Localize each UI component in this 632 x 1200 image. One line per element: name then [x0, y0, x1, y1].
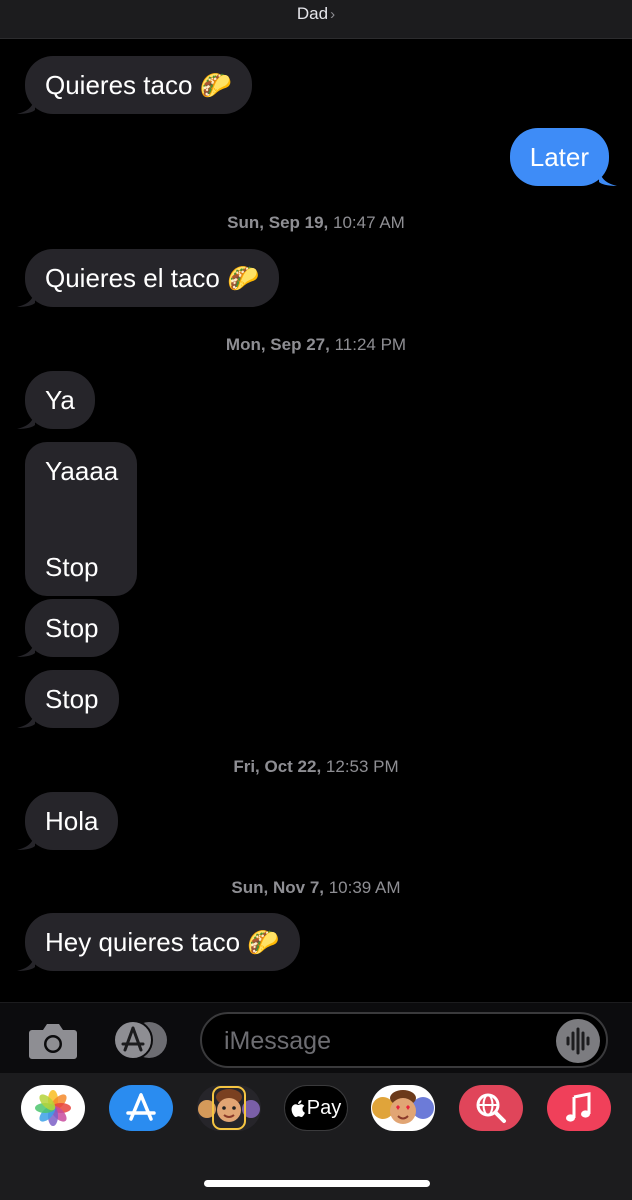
received-message-bubble[interactable]: Hey quieres taco 🌮	[17, 913, 300, 971]
apple-icon	[291, 1099, 305, 1117]
bubble-tail	[17, 712, 35, 728]
message-text: Yaaaa	[45, 456, 119, 486]
bubble-tail	[17, 413, 35, 429]
timestamp-time: 10:47 AM	[328, 213, 405, 232]
music-app-button[interactable]	[547, 1085, 611, 1131]
waveform-icon	[566, 1027, 590, 1055]
bubble-tail	[17, 291, 35, 307]
apple-pay-label: Pay	[306, 1096, 342, 1119]
message-text: Hola	[45, 806, 99, 836]
message-text: Stop	[45, 613, 99, 643]
timestamp-time: 11:24 PM	[329, 335, 407, 354]
message-text: Stop	[45, 684, 99, 714]
app-store-icon	[113, 1020, 167, 1060]
timestamp-time: 10:39 AM	[324, 878, 401, 897]
memoji-stickers-app-button[interactable]	[197, 1085, 261, 1131]
message-text: Ya	[45, 385, 75, 415]
timestamp: Fri, Oct 22, 12:53 PM	[0, 757, 632, 777]
received-message-bubble[interactable]: Hola	[17, 792, 119, 850]
received-message-bubble[interactable]: Quieres el taco 🌮	[17, 249, 280, 307]
photos-icon	[35, 1090, 71, 1126]
app-store-app-button[interactable]	[109, 1085, 173, 1131]
message-text: Stop	[45, 552, 99, 582]
conversation-header[interactable]: Dad ›	[0, 0, 632, 39]
timestamp-day: Sun, Sep 19,	[227, 213, 329, 232]
received-message-bubble[interactable]: Quieres taco 🌮	[17, 56, 253, 114]
sent-message-bubble[interactable]: Later	[509, 128, 617, 186]
bubble-tail	[599, 170, 617, 186]
timestamp: Sun, Nov 7, 10:39 AM	[0, 878, 632, 898]
imessage-input[interactable]: iMessage	[200, 1012, 608, 1068]
message-text: Later	[529, 142, 589, 172]
message-text: Quieres el taco 🌮	[45, 263, 260, 293]
animoji-app-button[interactable]	[371, 1085, 435, 1131]
camera-icon	[29, 1024, 77, 1059]
web-search-app-button[interactable]	[459, 1085, 523, 1131]
web-search-icon	[476, 1093, 506, 1123]
timestamp: Mon, Sep 27, 11:24 PM	[0, 335, 632, 355]
camera-button[interactable]	[28, 1021, 78, 1061]
app-store-icon	[126, 1093, 156, 1121]
timestamp-day: Mon, Sep 27,	[225, 335, 330, 354]
apps-button[interactable]	[113, 1020, 171, 1060]
received-message-bubble[interactable]: Stop	[17, 670, 119, 728]
timestamp-time: 12:53 PM	[321, 757, 399, 776]
bubble-tail	[17, 834, 35, 850]
received-message-bubble[interactable]: Ya	[17, 371, 95, 429]
chevron-right-icon: ›	[330, 6, 336, 23]
apple-pay-app-button[interactable]: Pay	[284, 1085, 348, 1131]
received-message-bubble[interactable]: Yaaaa Stop	[25, 442, 137, 596]
animoji-icon	[372, 1090, 434, 1124]
timestamp-day: Fri, Oct 22,	[233, 757, 322, 776]
photos-app-button[interactable]	[21, 1085, 85, 1131]
message-text: Hey quieres taco 🌮	[45, 927, 280, 957]
audio-message-button[interactable]	[556, 1019, 600, 1063]
timestamp: Sun, Sep 19, 10:47 AM	[0, 213, 632, 233]
message-transcript[interactable]: Quieres taco 🌮 Later Sun, Sep 19, 10:47 …	[0, 39, 632, 1001]
received-message-bubble[interactable]: Stop	[17, 599, 119, 657]
home-indicator[interactable]	[204, 1180, 430, 1187]
bubble-tail	[17, 955, 35, 971]
contact-name: Dad	[296, 4, 329, 23]
timestamp-day: Sun, Nov 7,	[231, 878, 324, 897]
contact-name-button[interactable]: Dad ›	[0, 4, 632, 24]
compose-bar: iMessage	[0, 1002, 632, 1073]
memoji-stickers-icon	[198, 1086, 260, 1130]
bubble-tail	[17, 98, 35, 114]
message-text: Quieres taco 🌮	[45, 70, 233, 100]
bubble-tail	[17, 641, 35, 657]
music-icon	[566, 1092, 591, 1122]
imessage-placeholder: iMessage	[224, 1027, 331, 1055]
